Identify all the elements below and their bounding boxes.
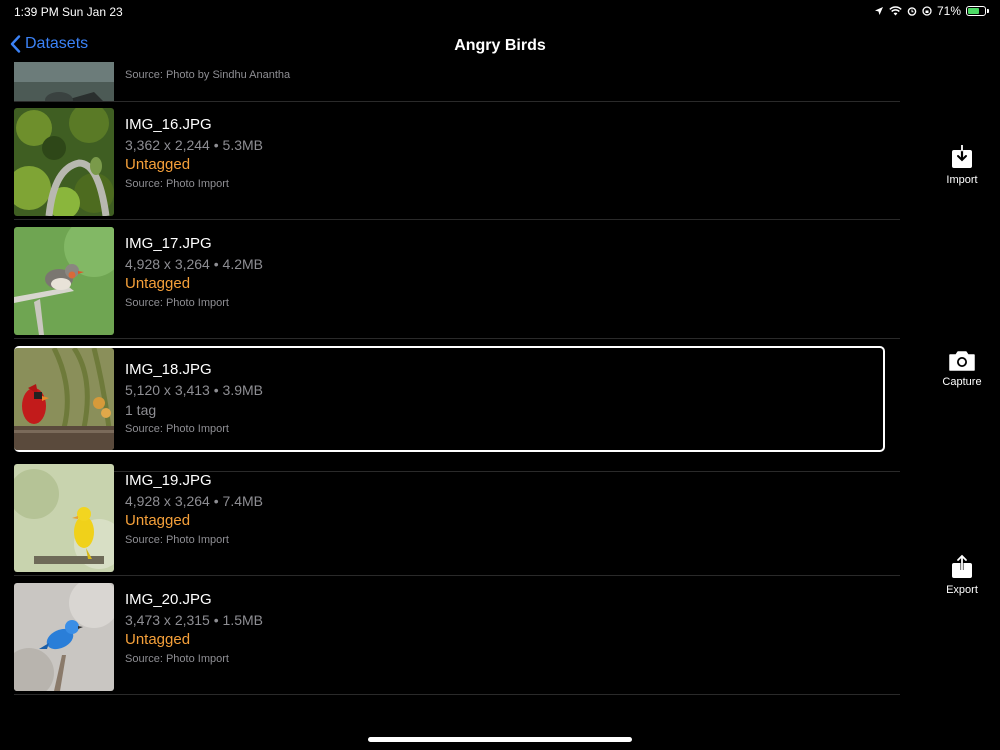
list-item-img-17[interactable]: IMG_17.JPG 4,928 x 3,264 • 4.2MB Untagge…: [0, 221, 900, 339]
thumbnail: [14, 108, 114, 216]
row-separator: [14, 575, 900, 576]
source-text: Source: Photo Import: [125, 178, 229, 190]
status-icons: 71%: [874, 4, 989, 18]
row-separator: [14, 694, 900, 695]
thumbnail: [14, 464, 114, 572]
image-dimensions: 4,928 x 3,264 • 4.2MB: [125, 256, 263, 272]
import-button[interactable]: Import: [924, 144, 1000, 186]
export-label: Export: [946, 584, 978, 596]
alarm-icon: [907, 7, 917, 16]
status-date: Sun Jan 23: [62, 5, 123, 19]
share-icon: [952, 554, 972, 578]
navigation-bar: Datasets Angry Birds: [0, 28, 1000, 62]
tag-status: Untagged: [125, 631, 191, 648]
image-dimensions: 5,120 x 3,413 • 3.9MB: [125, 382, 263, 398]
battery-percent: 71%: [936, 4, 961, 18]
battery-icon: [966, 6, 989, 16]
location-icon: [874, 7, 883, 15]
list-item-img-19[interactable]: IMG_19.JPG 4,928 x 3,264 • 7.4MB Untagge…: [0, 458, 900, 576]
import-icon: [952, 145, 972, 168]
tag-status: Untagged: [125, 512, 191, 529]
import-label: Import: [946, 174, 978, 186]
row-separator: [14, 219, 900, 220]
wifi-icon: [889, 6, 902, 16]
capture-label: Capture: [942, 376, 982, 388]
tag-status: Untagged: [125, 275, 191, 292]
image-list: IMG_16.JPG 3,362 x 2,244 • 5.3MB Untagge…: [0, 62, 900, 702]
list-item-img-16[interactable]: IMG_16.JPG 3,362 x 2,244 • 5.3MB Untagge…: [0, 102, 900, 220]
source-text: Source: Photo Import: [125, 653, 229, 665]
image-dimensions: 4,928 x 3,264 • 7.4MB: [125, 493, 263, 509]
orientation-lock-icon: [922, 6, 932, 16]
tag-status: 1 tag: [125, 402, 157, 418]
home-indicator[interactable]: [368, 737, 632, 742]
thumbnail: [14, 583, 114, 691]
thumbnail: [14, 227, 114, 335]
file-name: IMG_16.JPG: [125, 116, 212, 133]
camera-icon: [949, 351, 975, 371]
thumbnail: [14, 348, 114, 450]
file-name: IMG_17.JPG: [125, 235, 212, 252]
file-name: IMG_20.JPG: [125, 591, 212, 608]
tag-status: Untagged: [125, 156, 191, 173]
image-dimensions: 3,473 x 2,315 • 1.5MB: [125, 612, 263, 628]
list-item-img-18[interactable]: IMG_18.JPG 5,120 x 3,413 • 3.9MB 1 tag S…: [0, 346, 900, 472]
row-separator: [14, 338, 900, 339]
source-text: Source: Photo Import: [125, 534, 229, 546]
status-time: 1:39 PM: [14, 5, 59, 19]
status-bar: 1:39 PM Sun Jan 23 71%: [0, 0, 1000, 22]
source-text: Source: Photo Import: [125, 423, 229, 435]
source-text: Source: Photo Import: [125, 297, 229, 309]
export-button[interactable]: Export: [924, 554, 1000, 596]
image-dimensions: 3,362 x 2,244 • 5.3MB: [125, 137, 263, 153]
file-name: IMG_18.JPG: [125, 361, 212, 378]
file-name: IMG_19.JPG: [125, 472, 212, 489]
capture-button[interactable]: Capture: [924, 350, 1000, 388]
page-title: Angry Birds: [454, 37, 546, 54]
list-item-img-20[interactable]: IMG_20.JPG 3,473 x 2,315 • 1.5MB Untagge…: [0, 577, 900, 695]
